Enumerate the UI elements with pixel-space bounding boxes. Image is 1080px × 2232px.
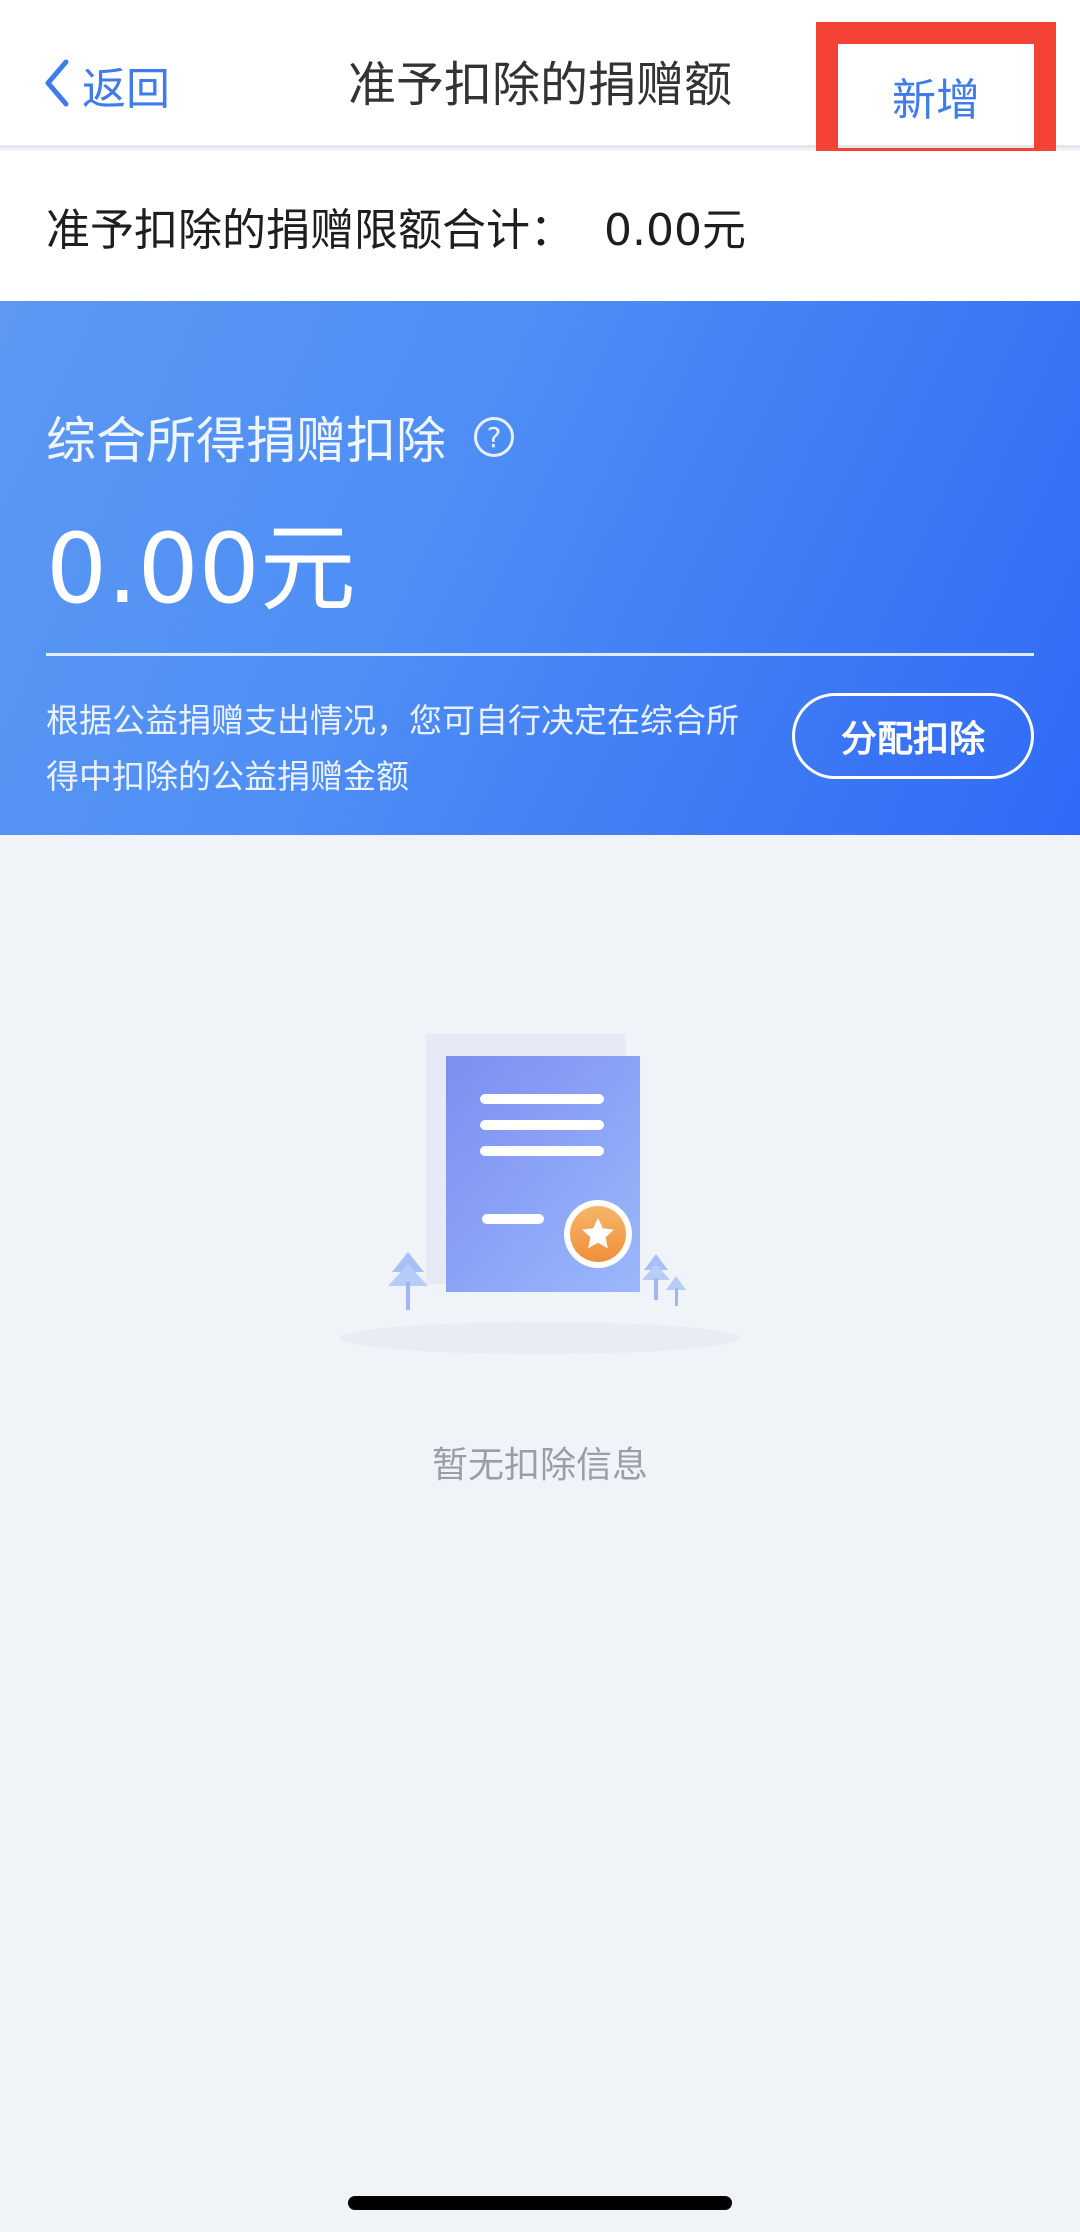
donation-deduction-card: 综合所得捐赠扣除 ? 0.00元 根据公益捐赠支出情况，您可自行决定在综合所得中… xyxy=(0,301,1080,835)
add-button[interactable]: 新增 xyxy=(816,22,1056,170)
card-divider xyxy=(46,653,1034,656)
card-title-row: 综合所得捐赠扣除 ? xyxy=(46,401,514,473)
card-title: 综合所得捐赠扣除 xyxy=(46,412,446,470)
total-value: 0.00元 xyxy=(604,205,746,256)
card-description: 根据公益捐赠支出情况，您可自行决定在综合所得中扣除的公益捐赠金额 xyxy=(46,701,739,796)
card-amount: 0.00元 xyxy=(46,513,356,625)
question-circle-icon[interactable]: ? xyxy=(474,417,514,457)
add-label: 新增 xyxy=(892,75,980,126)
deduction-limit-total: 准予扣除的捐赠限额合计： 0.00元 xyxy=(0,151,1080,301)
allocate-deduction-button[interactable]: 分配扣除 xyxy=(792,693,1034,779)
home-indicator xyxy=(348,2196,732,2210)
empty-message: 暂无扣除信息 xyxy=(431,1445,648,1486)
total-label: 准予扣除的捐赠限额合计： xyxy=(46,205,574,256)
document-star-icon xyxy=(330,1020,750,1360)
